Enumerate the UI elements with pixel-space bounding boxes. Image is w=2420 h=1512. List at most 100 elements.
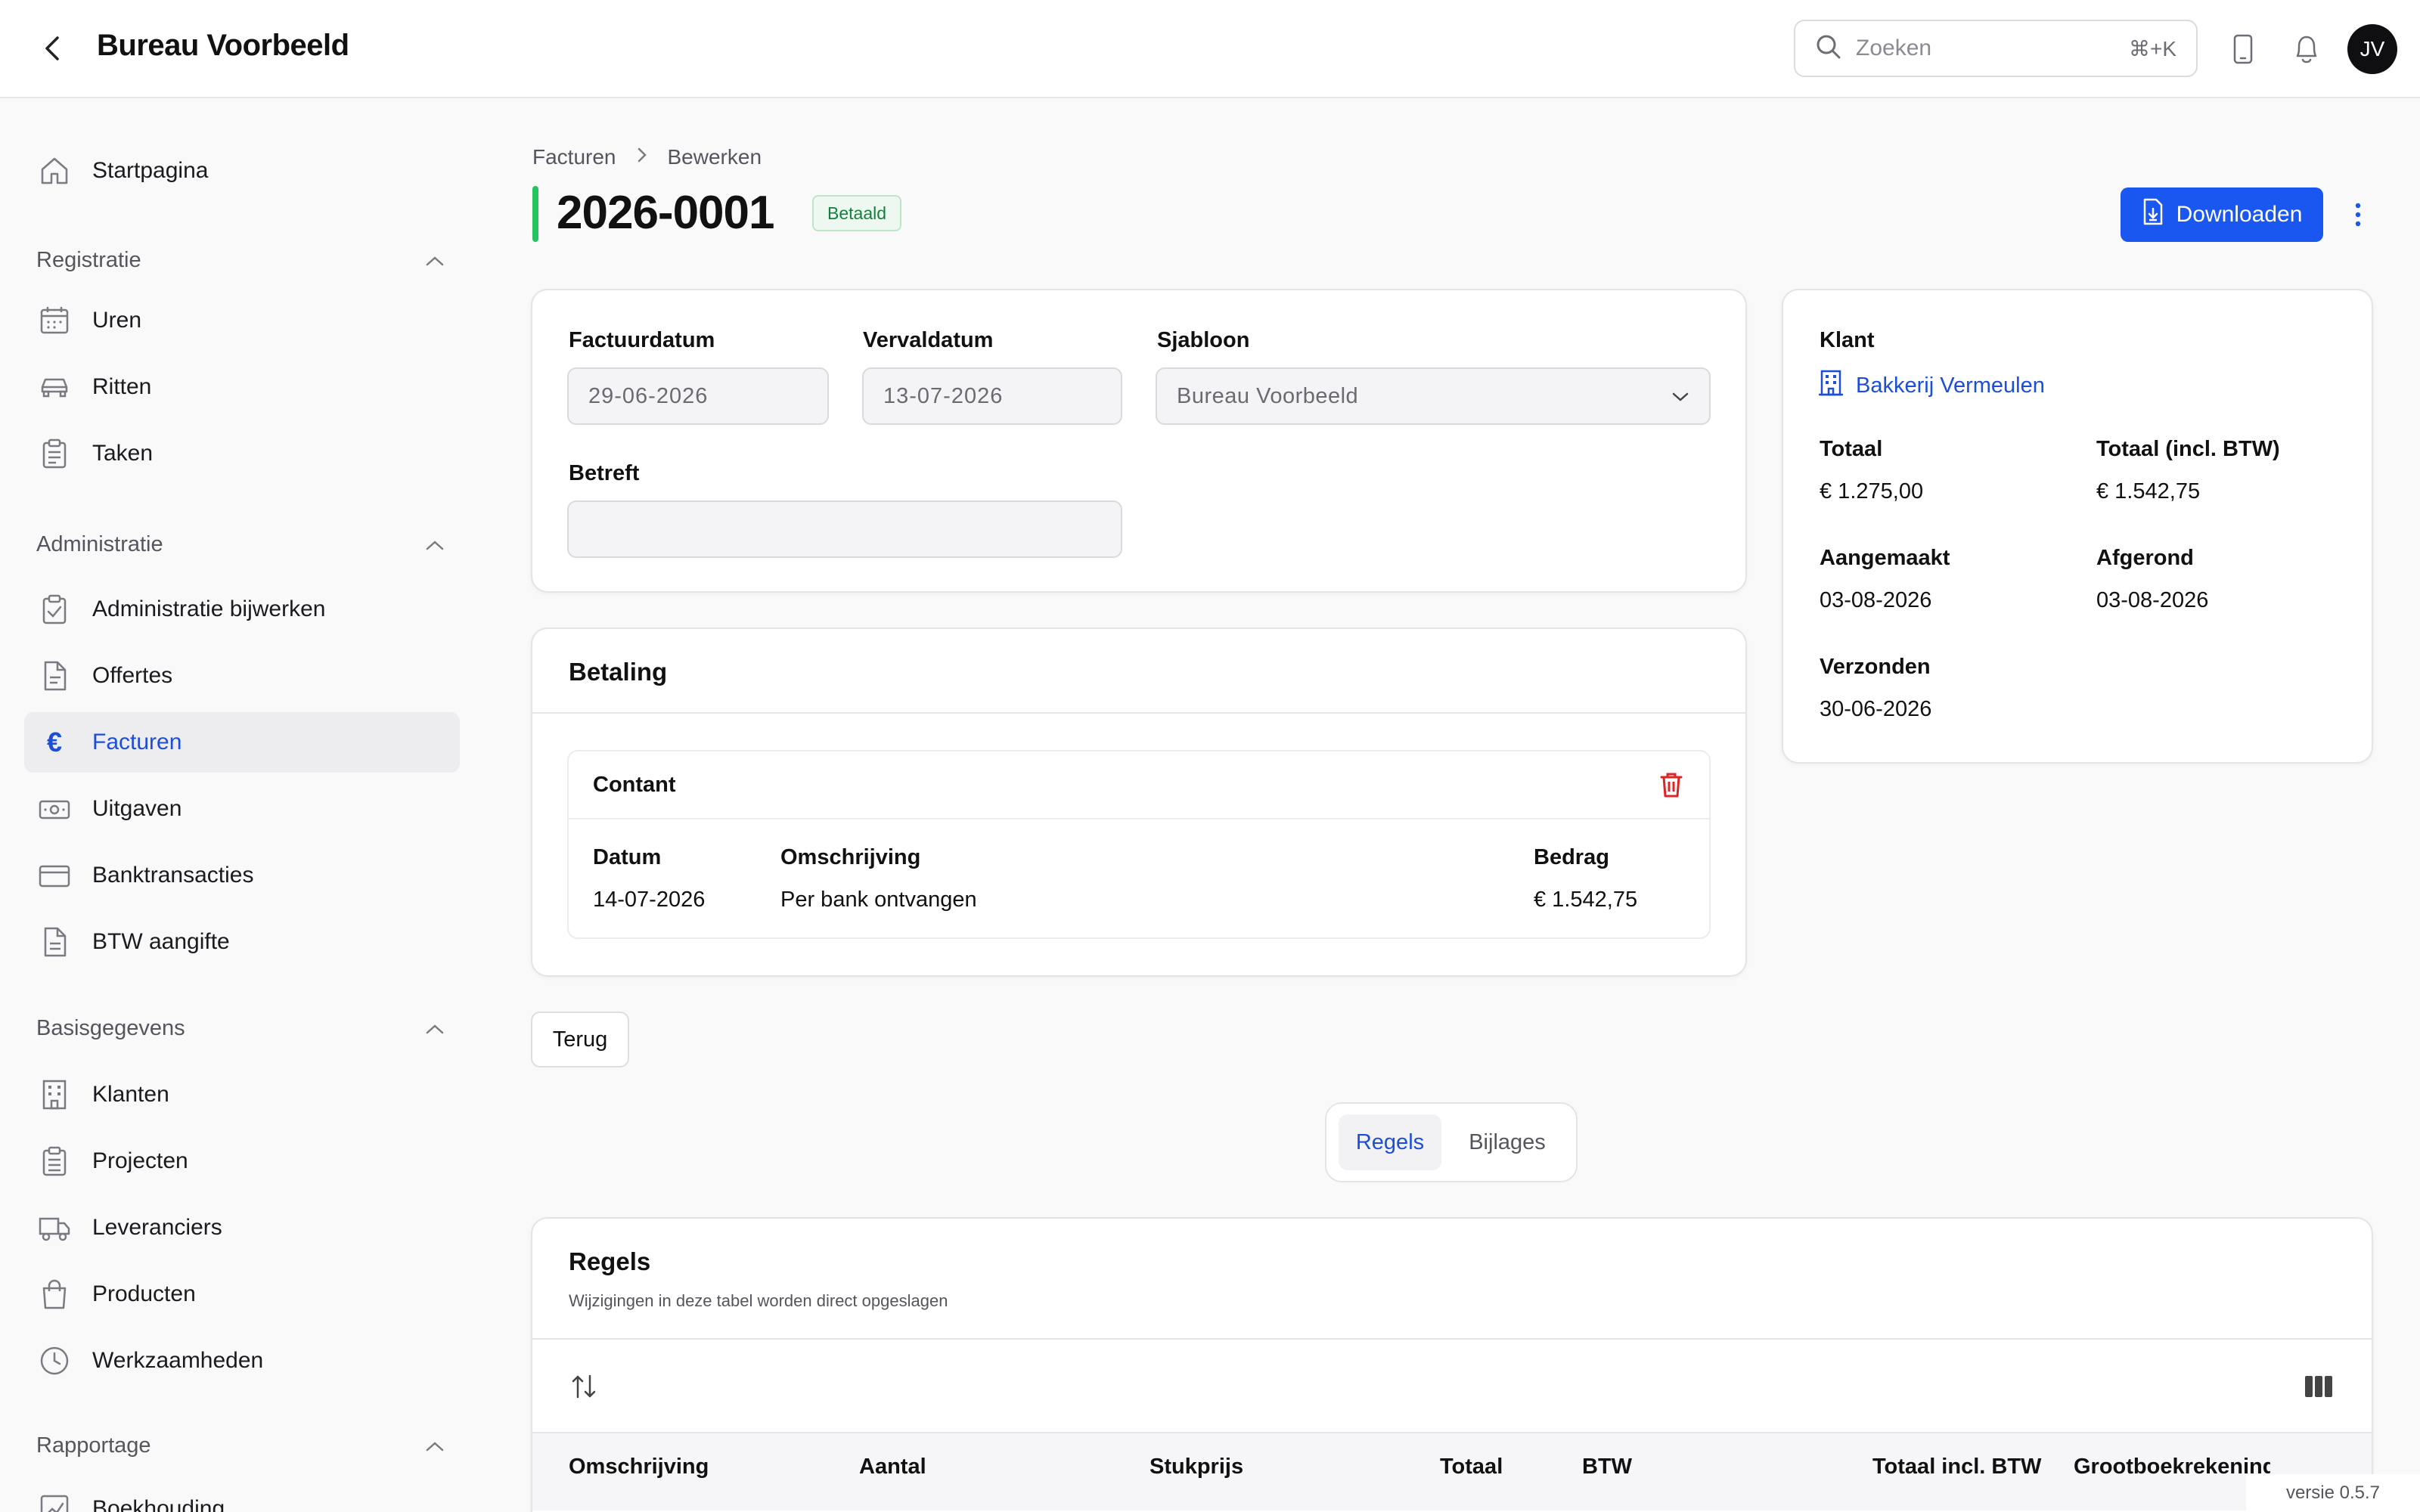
clipboard-icon <box>38 437 71 470</box>
sidebar-item-label: Banktransacties <box>92 863 254 888</box>
section-administratie[interactable]: Administratie <box>36 522 445 567</box>
col-totaal-incl-btw[interactable]: Totaal incl. BTW <box>1872 1455 2041 1479</box>
total-label: Totaal <box>1820 437 1883 461</box>
sidebar: Startpagina Registratie Uren Ritten Take… <box>0 98 484 1512</box>
search-placeholder: Zoeken <box>1856 36 1932 60</box>
sidebar-item-producten[interactable]: Producten <box>24 1264 460 1325</box>
tab-regels[interactable]: Regels <box>1339 1114 1441 1170</box>
sidebar-item-label: Producten <box>92 1281 196 1306</box>
tab-bijlages[interactable]: Bijlages <box>1450 1114 1564 1170</box>
created-value: 03-08-2026 <box>1820 588 1932 612</box>
version-label: versie 0.5.7 <box>2246 1474 2420 1512</box>
sent-label: Verzonden <box>1820 655 1931 679</box>
payment-title: Betaling <box>569 658 668 686</box>
sidebar-item-label: Administratie bijwerken <box>92 596 326 621</box>
section-basisgegevens[interactable]: Basisgegevens <box>36 1005 445 1051</box>
section-label: Administratie <box>36 531 163 556</box>
summary-card <box>1782 289 2373 764</box>
banknote-icon <box>38 792 71 826</box>
col-omschrijving[interactable]: Omschrijving <box>569 1455 709 1479</box>
payment-description: Per bank ontvangen <box>780 888 977 912</box>
download-button[interactable]: Downloaden <box>2121 187 2323 242</box>
search-icon <box>1815 33 1842 64</box>
sidebar-item-taken[interactable]: Taken <box>24 423 460 484</box>
chart-icon <box>38 1492 71 1512</box>
mobile-icon[interactable] <box>2228 30 2258 68</box>
sidebar-item-klanten[interactable]: Klanten <box>24 1064 460 1125</box>
chevron-down-icon <box>1671 384 1689 409</box>
sidebar-item-administratie-bijwerken[interactable]: Administratie bijwerken <box>24 579 460 640</box>
search-input[interactable]: Zoeken ⌘+K <box>1794 20 2198 77</box>
sidebar-item-startpagina[interactable]: Startpagina <box>24 141 460 201</box>
sidebar-item-label: Offertes <box>92 663 173 688</box>
back-icon[interactable] <box>35 30 71 67</box>
top-bar: Bureau Voorbeeld Zoeken ⌘+K JV <box>0 0 2420 98</box>
sent-value: 30-06-2026 <box>1820 697 1932 721</box>
sidebar-item-label: Werkzaamheden <box>92 1348 264 1373</box>
clipboard-list-icon <box>38 1145 71 1178</box>
back-button[interactable]: Terug <box>531 1012 629 1067</box>
divider <box>532 1338 2372 1340</box>
section-rapportage[interactable]: Rapportage <box>36 1423 445 1468</box>
template-value: Bureau Voorbeeld <box>1177 383 1359 408</box>
col-totaal[interactable]: Totaal <box>1440 1455 1503 1479</box>
sidebar-item-banktransacties[interactable]: Banktransacties <box>24 845 460 906</box>
download-label: Downloaden <box>2176 202 2303 227</box>
chevron-up-icon <box>425 248 445 273</box>
section-registratie[interactable]: Registratie <box>36 237 445 283</box>
col-btw[interactable]: BTW <box>1582 1455 1632 1479</box>
avatar[interactable]: JV <box>2347 24 2397 74</box>
total-value: € 1.275,00 <box>1820 479 1924 503</box>
status-accent-bar <box>532 186 538 242</box>
sidebar-item-btw-aangifte[interactable]: BTW aangifte <box>24 912 460 972</box>
app-title: Bureau Voorbeeld <box>97 29 349 62</box>
total-incl-label: Totaal (incl. BTW) <box>2096 437 2280 461</box>
sidebar-item-label: Leveranciers <box>92 1215 222 1240</box>
status-badge: Betaald <box>812 195 902 231</box>
subject-field[interactable] <box>567 500 1122 558</box>
sidebar-item-ritten[interactable]: Ritten <box>24 357 460 417</box>
due-date-field[interactable]: 13-07-2026 <box>862 367 1122 425</box>
sidebar-item-uitgaven[interactable]: Uitgaven <box>24 779 460 839</box>
template-select[interactable]: Bureau Voorbeeld <box>1156 367 1711 425</box>
col-aantal[interactable]: Aantal <box>859 1455 926 1479</box>
euro-icon: € <box>46 727 63 758</box>
template-label: Sjabloon <box>1157 328 1250 352</box>
total-incl-value: € 1.542,75 <box>2096 479 2201 503</box>
sidebar-item-werkzaamheden[interactable]: Werkzaamheden <box>24 1331 460 1391</box>
divider <box>569 818 1709 820</box>
payment-col-description: Omschrijving <box>780 845 921 869</box>
sidebar-item-projecten[interactable]: Projecten <box>24 1131 460 1191</box>
chevron-up-icon <box>425 1433 445 1458</box>
delete-icon[interactable] <box>1658 770 1685 800</box>
payment-date: 14-07-2026 <box>593 888 706 912</box>
sidebar-item-boekhouding[interactable]: Boekhouding <box>24 1479 460 1512</box>
sidebar-item-label: Uren <box>92 308 142 333</box>
client-name: Bakkerij Vermeulen <box>1856 373 2045 398</box>
sidebar-item-label: Facturen <box>92 730 182 754</box>
sidebar-item-label: Boekhouding <box>92 1496 225 1512</box>
sidebar-item-label: Ritten <box>92 374 152 399</box>
sidebar-item-offertes[interactable]: Offertes <box>24 646 460 706</box>
sort-icon[interactable] <box>569 1371 599 1402</box>
columns-icon[interactable] <box>2304 1373 2334 1400</box>
sidebar-item-label: BTW aangifte <box>92 929 230 954</box>
breadcrumb-facturen[interactable]: Facturen <box>532 145 616 169</box>
section-label: Registratie <box>36 247 141 272</box>
sidebar-item-uren[interactable]: Uren <box>24 290 460 351</box>
col-grootboekrekening[interactable]: Grootboekrekening <box>2074 1455 2270 1479</box>
sidebar-item-label: Taken <box>92 441 154 466</box>
completed-label: Afgerond <box>2096 546 2194 570</box>
building-icon <box>38 1078 71 1111</box>
sidebar-item-leveranciers[interactable]: Leveranciers <box>24 1198 460 1258</box>
sidebar-item-facturen[interactable]: € Facturen <box>24 712 460 773</box>
divider <box>532 712 1745 714</box>
more-vertical-icon[interactable] <box>2344 194 2372 236</box>
invoice-date-field[interactable]: 29-06-2026 <box>567 367 829 425</box>
col-stukprijs[interactable]: Stukprijs <box>1150 1455 1243 1479</box>
search-shortcut: ⌘+K <box>2128 36 2176 60</box>
breadcrumb-bewerken: Bewerken <box>667 145 762 169</box>
client-link[interactable]: Bakkerij Vermeulen <box>1818 369 2045 402</box>
bell-icon[interactable] <box>2287 30 2326 70</box>
chevron-up-icon <box>425 532 445 557</box>
